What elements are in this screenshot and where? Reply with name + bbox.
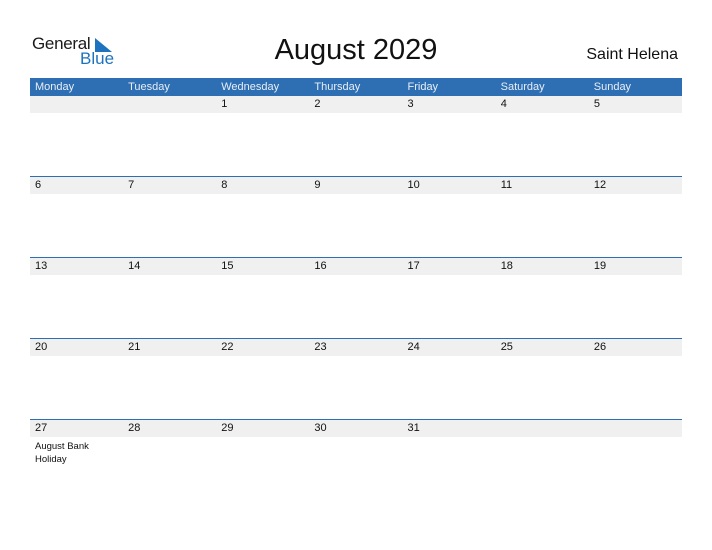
day-number: 28 [128,422,141,434]
day-number: 22 [221,341,234,353]
week-row: 6 7 8 9 10 11 12 [30,176,682,258]
day-cell[interactable]: 1 [216,96,309,177]
day-number: 1 [221,98,228,110]
day-cell[interactable]: 14 [123,258,216,339]
day-cell[interactable]: 18 [496,258,589,339]
day-cell[interactable] [496,420,589,501]
day-cell[interactable]: 7 [123,177,216,258]
day-number: 10 [407,179,420,191]
day-cell[interactable]: 8 [216,177,309,258]
day-cell[interactable]: 19 [589,258,682,339]
day-cell[interactable]: 23 [309,339,402,420]
day-number: 9 [314,179,321,191]
day-number: 30 [314,422,327,434]
day-number: 19 [593,260,607,272]
week-row: 20 21 22 23 24 25 26 [30,338,682,420]
day-cell[interactable]: 26 [589,339,682,420]
day-number: 7 [128,179,135,191]
day-number: 4 [500,98,507,110]
day-number: 13 [35,260,48,272]
day-number: 29 [221,422,234,434]
day-number: 31 [407,422,420,434]
holiday-event: August Bank Holiday [35,441,89,465]
day-cell[interactable]: 27 August Bank Holiday [30,420,123,501]
day-cell[interactable]: 11 [496,177,589,258]
day-cell[interactable]: 25 [496,339,589,420]
day-number: 25 [500,341,513,353]
week-row: 27 August Bank Holiday 28 29 30 31 [30,419,682,501]
day-cell[interactable]: 24 [403,339,496,420]
weekday-saturday: Saturday [500,81,545,93]
day-cell[interactable]: 22 [216,339,309,420]
day-cell[interactable]: 17 [403,258,496,339]
day-number: 21 [128,341,141,353]
day-number: 17 [407,260,420,272]
weekday-header: Monday Tuesday Wednesday Thursday Friday… [30,78,682,96]
day-number: 18 [500,260,513,272]
day-cell[interactable]: 5 [589,96,682,177]
day-number: 16 [314,260,327,272]
day-number: 12 [593,179,607,191]
day-number: 27 [35,422,48,434]
day-cell[interactable] [30,96,123,177]
day-cell[interactable]: 16 [309,258,402,339]
day-number: 2 [314,98,321,110]
day-number: 24 [407,341,420,353]
day-cell[interactable]: 30 [309,420,402,501]
week-row: 13 14 15 16 17 18 19 [30,257,682,339]
day-cell[interactable]: 12 [589,177,682,258]
day-cell[interactable]: 9 [309,177,402,258]
day-cell[interactable]: 13 [30,258,123,339]
day-cell[interactable] [589,420,682,501]
day-cell[interactable]: 10 [403,177,496,258]
day-number: 15 [221,260,234,272]
day-number: 5 [593,98,600,110]
day-number: 6 [35,179,42,191]
weekday-monday: Monday [35,81,75,93]
day-cell[interactable]: 31 [403,420,496,501]
day-cell[interactable]: 2 [309,96,402,177]
day-number: 11 [500,179,513,191]
day-cell[interactable]: 28 [123,420,216,501]
weekday-thursday: Thursday [314,81,361,93]
day-cell[interactable]: 15 [216,258,309,339]
day-cell[interactable]: 3 [403,96,496,177]
day-cell[interactable]: 21 [123,339,216,420]
day-number: 14 [128,260,141,272]
day-cell[interactable]: 6 [30,177,123,258]
day-number: 26 [593,341,607,353]
day-cell[interactable]: 29 [216,420,309,501]
weekday-wednesday: Wednesday [221,81,280,93]
day-cell[interactable]: 4 [496,96,589,177]
calendar-grid: Monday Tuesday Wednesday Thursday Friday… [30,78,682,465]
day-number: 3 [407,98,414,110]
day-number: 20 [35,341,48,353]
day-number: 8 [221,179,228,191]
weekday-sunday: Sunday [593,81,632,93]
week-row: 1 2 3 4 5 [30,96,682,177]
day-cell[interactable]: 20 [30,339,123,420]
day-number: 23 [314,341,327,353]
weekday-tuesday: Tuesday [128,81,170,93]
country-label: Saint Helena [586,46,678,63]
day-cell[interactable] [123,96,216,177]
weekday-friday: Friday [407,81,439,93]
